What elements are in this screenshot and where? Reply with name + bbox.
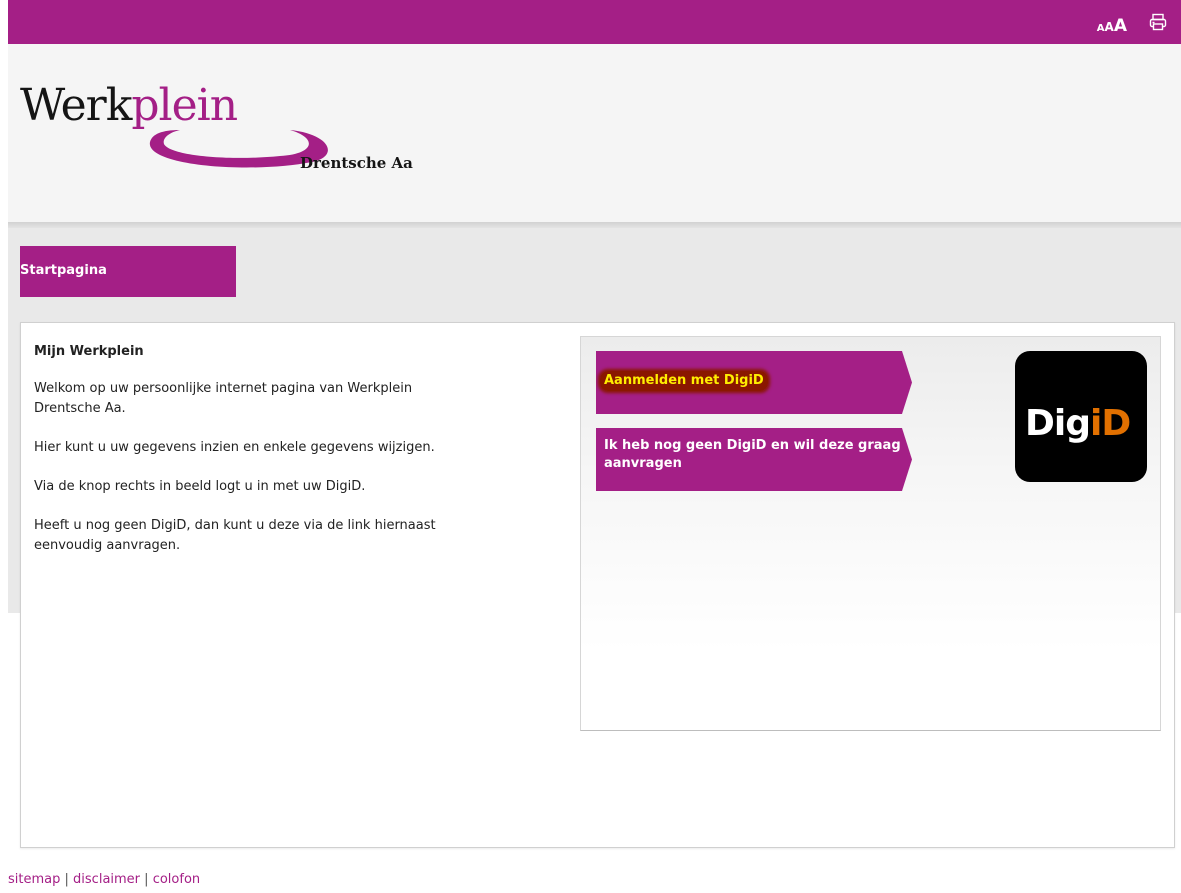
footer-link-disclaimer[interactable]: disclaimer	[73, 872, 140, 887]
werkplein-logo[interactable]: Werkplein Drentsche Aa	[20, 80, 440, 190]
page-title: Mijn Werkplein	[34, 344, 144, 359]
footer: sitemap | disclaimer | colofon	[8, 872, 200, 887]
logo-word-black: Werk	[20, 80, 132, 131]
request-digid-button[interactable]: Ik heb nog geen DigiD en wil deze graag …	[596, 428, 912, 491]
tab-startpagina[interactable]: Startpagina	[20, 246, 236, 297]
footer-link-colofon[interactable]: colofon	[153, 872, 200, 887]
digid-logo-text: DigiD	[1025, 403, 1131, 444]
tab-startpagina-label: Startpagina	[20, 263, 107, 278]
logo-word-purple: plein	[131, 80, 238, 131]
font-size-medium-button[interactable]: A	[1105, 20, 1114, 34]
digid-logo-text-b: iD	[1090, 403, 1131, 444]
intro-paragraph: Heeft u nog geen DigiD, dan kunt u deze …	[34, 518, 436, 553]
footer-link-sitemap[interactable]: sitemap	[8, 872, 60, 887]
font-size-large-button[interactable]: A	[1114, 16, 1127, 36]
intro-paragraph: Welkom op uw persoonlijke internet pagin…	[34, 381, 413, 416]
footer-separator: |	[64, 872, 69, 887]
intro-paragraph: Via de knop rechts in beeld logt u in me…	[34, 479, 366, 494]
login-digid-label: Aanmelden met DigiD	[600, 371, 768, 391]
font-size-small-button[interactable]: A	[1097, 23, 1105, 34]
digid-logo-text-a: Dig	[1025, 403, 1091, 444]
digid-logo: DigiD	[1015, 351, 1147, 482]
font-size-control[interactable]: AAA	[1097, 16, 1127, 36]
login-digid-button[interactable]: Aanmelden met DigiD	[596, 351, 912, 414]
intro-paragraph: Hier kunt u uw gegevens inzien en enkele…	[34, 440, 435, 455]
top-bar: AAA	[8, 0, 1181, 44]
intro-text: Mijn Werkplein Welkom op uw persoonlijke…	[34, 343, 514, 575]
logo-subtitle: Drentsche Aa	[300, 154, 413, 172]
logo-wordmark: Werkplein	[20, 80, 238, 131]
footer-separator: |	[144, 872, 149, 887]
printer-icon[interactable]	[1149, 13, 1167, 31]
request-digid-label: Ik heb nog geen DigiD en wil deze graag …	[604, 438, 901, 471]
